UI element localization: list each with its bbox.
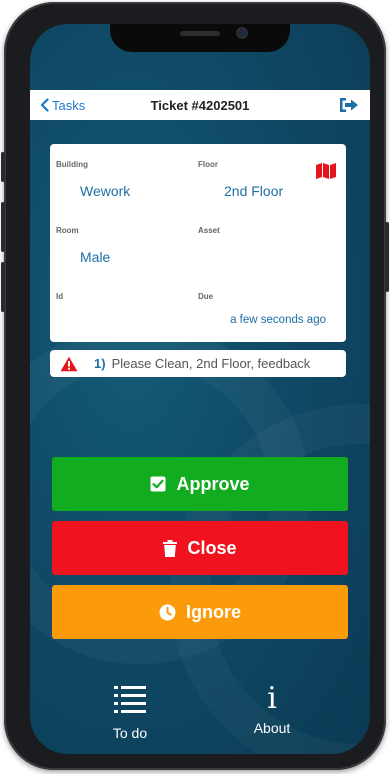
power-button xyxy=(385,222,389,292)
close-label: Close xyxy=(187,537,237,558)
mute-switch xyxy=(1,152,5,182)
clock-icon xyxy=(159,604,176,620)
ticket-details-card: Building Wework Floor 2nd Floor Room Mal… xyxy=(50,144,346,342)
back-button[interactable]: Tasks xyxy=(40,90,85,120)
trash-icon xyxy=(163,539,178,557)
sign-out-icon[interactable] xyxy=(338,96,360,114)
floor-value: 2nd Floor xyxy=(224,183,284,199)
tab-todo[interactable]: To do xyxy=(85,684,175,741)
id-label: Id xyxy=(56,292,64,301)
volume-down-button xyxy=(1,262,5,312)
issue-text: Please Clean, 2nd Floor, feedback xyxy=(111,356,311,371)
ignore-button[interactable]: Ignore xyxy=(52,585,348,639)
room-field: Room Male xyxy=(56,226,196,265)
navigation-bar: Tasks Ticket #4202501 xyxy=(30,90,370,120)
issue-number: 1) xyxy=(94,356,106,371)
asset-label: Asset xyxy=(198,226,220,235)
due-label: Due xyxy=(198,292,214,301)
room-label: Room xyxy=(56,226,79,235)
warning-icon xyxy=(60,356,78,371)
front-camera xyxy=(236,27,248,39)
map-icon[interactable] xyxy=(315,162,337,180)
phone-frame: Tasks Ticket #4202501 Building Wework Fl… xyxy=(1,2,389,770)
due-field: Due xyxy=(198,292,338,301)
ignore-label: Ignore xyxy=(185,601,241,622)
approve-label: Approve xyxy=(176,473,250,494)
volume-up-button xyxy=(1,202,5,252)
issue-item[interactable]: 1) Please Clean, 2nd Floor, feedback xyxy=(50,350,346,377)
building-value: Wework xyxy=(80,183,131,199)
info-icon: i xyxy=(267,681,277,716)
notch xyxy=(110,24,290,52)
due-value: a few seconds ago xyxy=(230,314,326,326)
id-field: Id xyxy=(56,292,196,315)
tab-about-label: About xyxy=(253,720,291,736)
back-label: Tasks xyxy=(52,97,86,113)
building-label: Building xyxy=(56,160,88,169)
tab-todo-label: To do xyxy=(112,725,148,741)
list-icon xyxy=(114,686,146,713)
asset-field: Asset xyxy=(198,226,338,249)
tab-about[interactable]: i About xyxy=(227,681,317,737)
building-field: Building Wework xyxy=(56,160,196,199)
close-button[interactable]: Close xyxy=(52,521,348,575)
room-value: Male xyxy=(80,249,111,265)
speaker-grille xyxy=(180,31,220,36)
check-square-icon xyxy=(150,476,166,492)
approve-button[interactable]: Approve xyxy=(52,457,348,511)
app-screen: Tasks Ticket #4202501 Building Wework Fl… xyxy=(30,24,370,754)
chevron-left-icon xyxy=(40,98,49,112)
